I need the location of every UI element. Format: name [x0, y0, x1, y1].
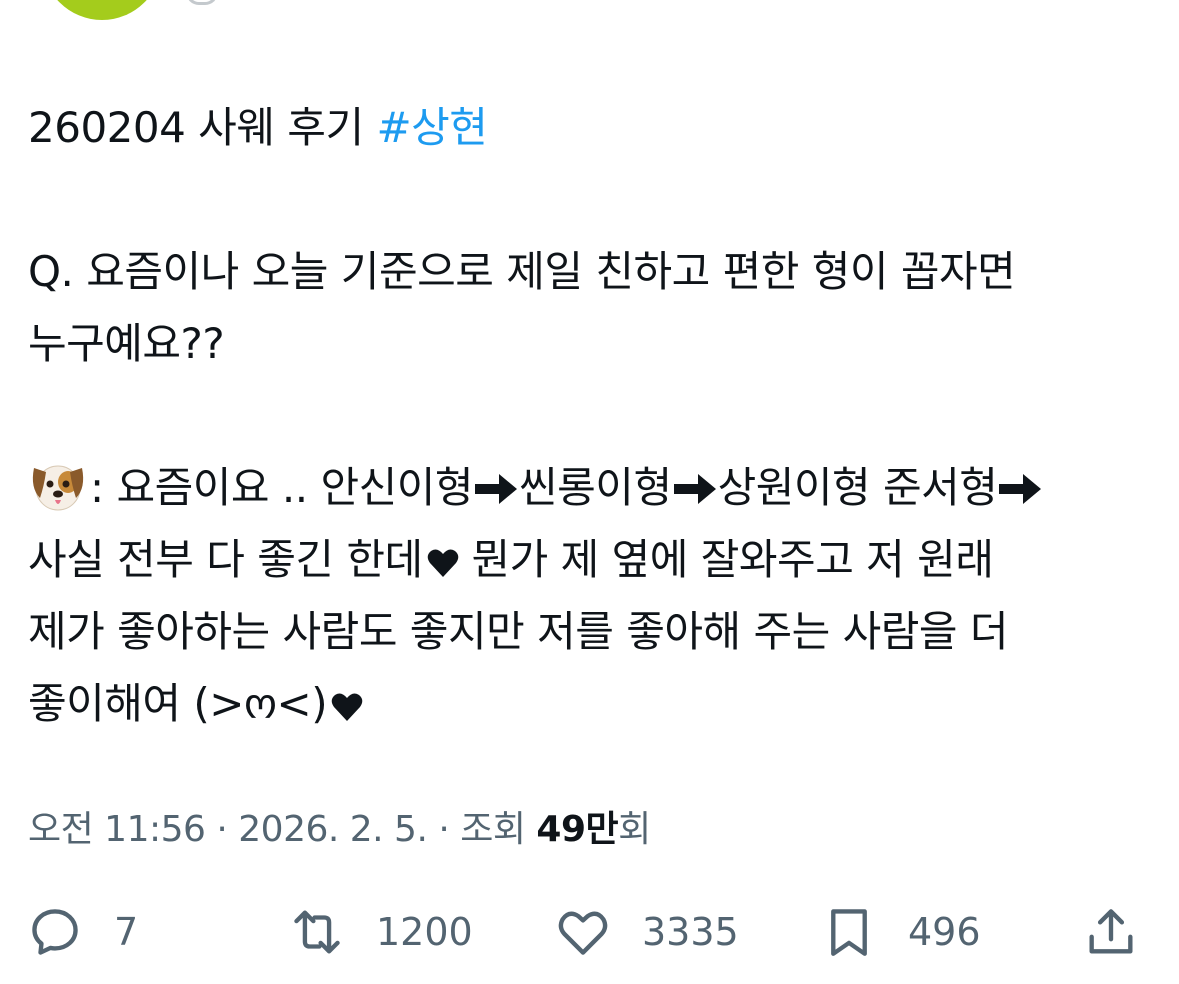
answer-line-4: 좋이해여 (>ო<) — [28, 668, 1153, 740]
tweet-meta: 오전 11:56 · 2026. 2. 5. · 조회 49만회 — [28, 800, 651, 852]
answer-text-4: 사실 전부 다 좋긴 한데 — [28, 535, 423, 584]
views-count: 49만 — [536, 809, 619, 850]
share-button[interactable] — [1082, 900, 1140, 964]
like-icon — [558, 911, 608, 955]
heart-icon — [427, 549, 458, 577]
share-icon — [1089, 909, 1133, 954]
answer-text-5: 뭔가 제 옆에 잘와주고 저 원래 — [458, 535, 994, 584]
tweet-line-1: 260204 사웨 후기 #상현 — [28, 92, 1153, 164]
like-count: 3335 — [642, 910, 739, 954]
bookmark-button[interactable]: 496 — [820, 900, 981, 964]
like-button[interactable]: 3335 — [554, 900, 739, 964]
answer-text-6: 좋이해여 (>ო<) — [28, 679, 328, 728]
hashtag-link[interactable]: #상현 — [376, 103, 487, 152]
arrow-right-icon — [673, 474, 716, 504]
verified-partial-icon — [186, 0, 218, 5]
dog-face-icon — [32, 465, 84, 511]
retweet-icon — [294, 910, 340, 954]
question-line-1: Q. 요즘이나 오늘 기준으로 제일 친하고 편한 형이 꼽자면 — [28, 247, 1016, 296]
views-label: 회 — [618, 809, 651, 850]
question-line-2: 누구예요?? — [28, 319, 225, 368]
bookmark-icon — [831, 909, 867, 956]
retweet-button[interactable]: 1200 — [288, 900, 473, 964]
reply-button[interactable]: 7 — [26, 900, 138, 964]
action-bar: 7 1200 3335 496 — [26, 900, 1151, 964]
answer-line-3: 제가 좋아하는 사람도 좋지만 저를 좋아해 주는 사람을 더 — [28, 607, 1009, 656]
tweet-text: 260204 사웨 후기 #상현 Q. 요즘이나 오늘 기준으로 제일 친하고 … — [28, 92, 1153, 740]
heart-icon — [331, 693, 363, 721]
timestamp[interactable]: 오전 11:56 · 2026. 2. 5. · 조회 — [28, 809, 536, 850]
answer-line-1: : 요즘이요 .. 안신이형 씬롱이형 상원이형 준서형 — [28, 452, 1153, 524]
tweet-title: 260204 사웨 후기 — [28, 103, 377, 152]
bookmark-count: 496 — [908, 910, 981, 954]
arrow-right-icon — [475, 474, 518, 504]
answer-text-3: 상원이형 준서형 — [717, 463, 998, 512]
retweet-count: 1200 — [376, 910, 473, 954]
arrow-right-icon — [999, 474, 1042, 504]
answer-text-2: 씬롱이형 — [519, 463, 672, 512]
answer-line-2: 사실 전부 다 좋긴 한데 뭔가 제 옆에 잘와주고 저 원래 — [28, 524, 1153, 596]
reply-icon — [32, 909, 78, 955]
answer-text-1: : 요즘이요 .. 안신이형 — [90, 463, 474, 512]
avatar[interactable] — [42, 0, 162, 20]
reply-count: 7 — [114, 910, 139, 954]
